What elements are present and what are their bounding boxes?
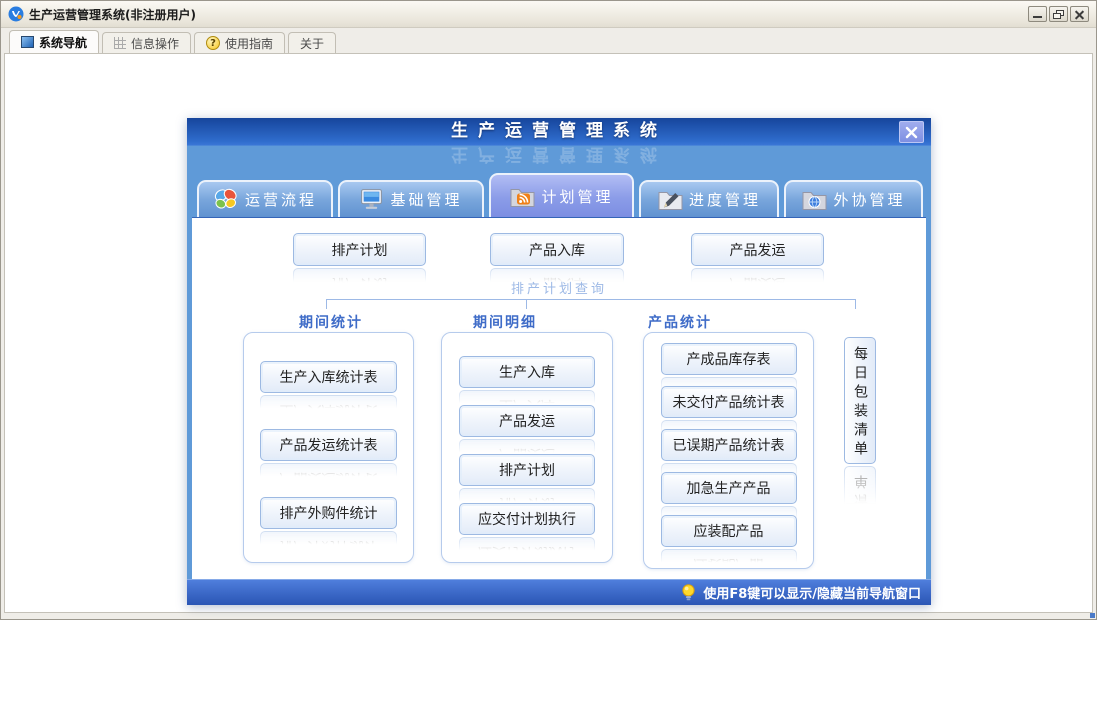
app-window: 生产运营管理系统(非注册用户) 系统导航 信息操作 ? 使用指南 关于 生产运营…	[0, 0, 1097, 620]
dtab-label: 计划管理	[541, 187, 614, 206]
dtab-label: 基础管理	[390, 191, 463, 209]
report-button[interactable]: 加急生产产品	[660, 472, 797, 504]
status-hint-text: 使用F8键可以显示/隐藏当前导航窗口	[703, 587, 921, 602]
dtab-operation-flow[interactable]: 运营流程	[197, 180, 333, 217]
daily-packing-list-button[interactable]: 每日包装清单	[844, 337, 876, 464]
tab-system-navigation[interactable]: 系统导航	[9, 30, 100, 53]
dtab-label: 进度管理	[688, 191, 761, 209]
dtab-basic-management[interactable]: 基础管理	[338, 180, 484, 217]
tab-label: 信息操作	[131, 36, 180, 51]
titlebar: 生产运营管理系统(非注册用户)	[1, 1, 1096, 28]
dtab-outsourcing-management[interactable]: 外协管理	[784, 180, 923, 217]
dialog-tab-band: 生产运营管理系统 运营流程 基础管理 计划管理 进度管理 外协管理	[187, 144, 931, 217]
report-button[interactable]: 排产计划	[459, 454, 595, 486]
dtab-label: 外协管理	[833, 191, 906, 209]
report-button[interactable]: 生产入库统计表	[260, 361, 397, 393]
query-group-label: 排产计划查询	[510, 282, 607, 297]
report-button[interactable]: 应交付计划执行	[459, 503, 595, 535]
report-button[interactable]: 产成品库存表	[660, 343, 797, 375]
tab-label: 关于	[300, 36, 325, 51]
tree-connector	[326, 299, 856, 309]
action-button-product-shipping[interactable]: 产品发运	[691, 233, 824, 266]
resize-grip[interactable]	[1090, 613, 1095, 618]
minimize-button[interactable]	[1028, 6, 1047, 22]
report-button[interactable]: 排产外购件统计	[260, 497, 397, 529]
folder-rss-icon	[510, 188, 535, 207]
nav-square-icon	[21, 36, 34, 48]
column-header-period-stats: 期间统计	[299, 315, 363, 331]
tab-about[interactable]: 关于	[288, 32, 337, 53]
butterfly-icon	[214, 188, 237, 209]
window-title: 生产运营管理系统(非注册用户)	[29, 7, 196, 22]
folder-pencil-icon	[658, 192, 683, 210]
dialog-tabs: 运营流程 基础管理 计划管理 进度管理 外协管理	[197, 173, 923, 217]
window-controls	[1028, 6, 1091, 22]
bulb-icon	[682, 583, 695, 600]
report-button[interactable]: 生产入库	[459, 356, 595, 388]
dialog-title: 生产运营管理系统	[451, 121, 667, 141]
tab-user-guide[interactable]: ? 使用指南	[194, 32, 286, 53]
dialog-body: 排产计划 产品入库 产品发运 排产计划查询 期间统计 期间明细 产品统计 生产入…	[192, 217, 926, 579]
report-button[interactable]: 已误期产品统计表	[660, 429, 797, 461]
grid-icon	[114, 37, 127, 49]
dialog-header: 生产运营管理系统	[187, 118, 931, 146]
tab-info-operation[interactable]: 信息操作	[102, 32, 192, 53]
tab-label: 系统导航	[39, 35, 88, 50]
action-button-scheduling-plan[interactable]: 排产计划	[293, 233, 426, 266]
report-button[interactable]: 产品发运统计表	[260, 429, 397, 461]
app-logo-icon	[8, 6, 24, 22]
folder-globe-icon	[802, 192, 827, 210]
title-reflection: 生产运营管理系统	[451, 144, 667, 164]
dtab-label: 运营流程	[244, 191, 317, 209]
restore-button[interactable]	[1049, 6, 1068, 22]
column-header-product-stats: 产品统计	[648, 315, 712, 331]
panel-period-detail: 生产入库 产品发运 排产计划 应交付计划执行	[441, 332, 613, 563]
panel-period-stats: 生产入库统计表 产品发运统计表 排产外购件统计	[243, 332, 414, 563]
close-button[interactable]	[1070, 6, 1089, 22]
report-button[interactable]: 产品发运	[459, 405, 595, 437]
column-header-period-detail: 期间明细	[473, 315, 537, 331]
dialog-close-button[interactable]	[899, 121, 924, 143]
tab-label: 使用指南	[225, 36, 274, 51]
minimize-icon	[1033, 16, 1042, 18]
close-x-icon	[905, 126, 918, 138]
monitor-icon	[361, 189, 383, 209]
report-button[interactable]: 应装配产品	[660, 515, 797, 547]
report-button[interactable]: 未交付产品统计表	[660, 386, 797, 418]
dtab-progress-management[interactable]: 进度管理	[639, 180, 779, 217]
action-button-product-inbound[interactable]: 产品入库	[490, 233, 624, 266]
navigation-dialog: 生产运营管理系统 生产运营管理系统 运营流程 基础管理 计划管理 进度管理 外协…	[187, 118, 931, 605]
dtab-plan-management[interactable]: 计划管理	[489, 173, 634, 217]
help-icon: ?	[206, 36, 221, 50]
panel-product-stats: 产成品库存表 未交付产品统计表 已误期产品统计表 加急生产产品 应装配产品	[643, 332, 814, 569]
main-tabbar: 系统导航 信息操作 ? 使用指南 关于	[1, 28, 1096, 53]
dialog-statusbar: 使用F8键可以显示/隐藏当前导航窗口	[187, 579, 931, 605]
